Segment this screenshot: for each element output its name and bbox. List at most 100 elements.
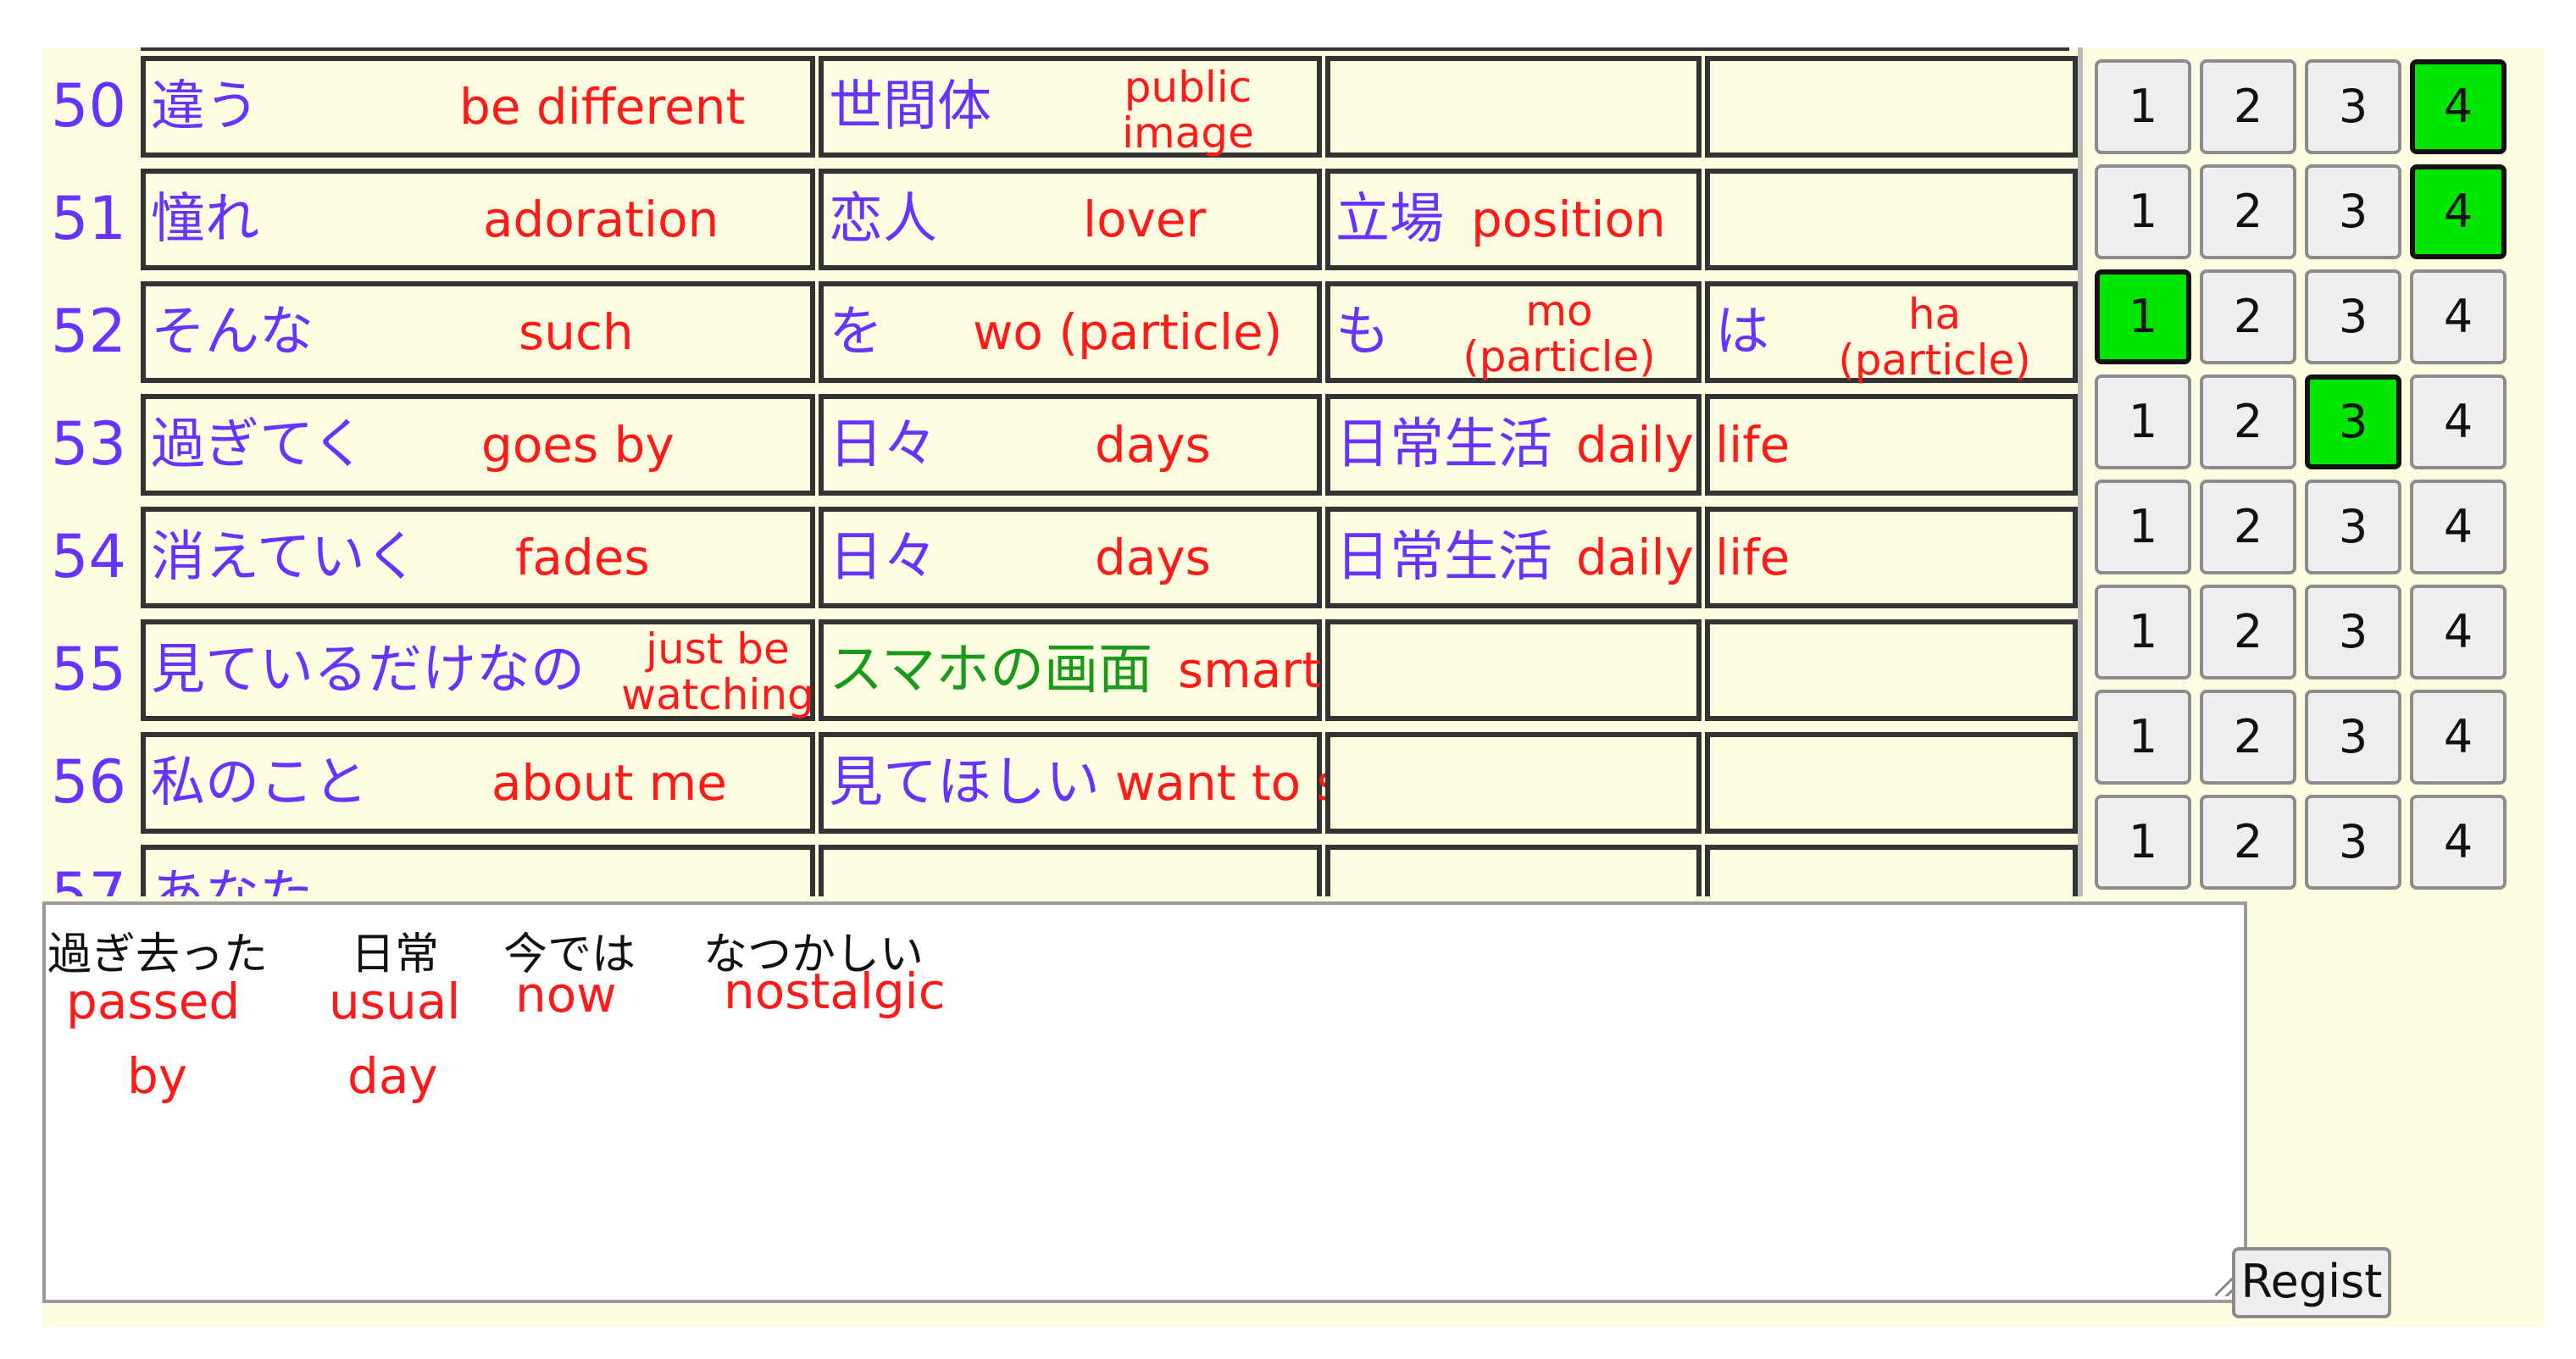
vocab-cell-3[interactable] xyxy=(1325,56,1702,158)
vocab-cell-2[interactable]: スマホの画面smartphone screen xyxy=(819,619,1654,721)
rating-button-2[interactable]: 2 xyxy=(2200,690,2296,785)
rating-button-3[interactable]: 3 xyxy=(2305,795,2401,890)
japanese-word: 私のこと xyxy=(151,752,368,814)
vocab-cell-1[interactable]: 憧れ adoration xyxy=(141,169,815,270)
japanese-word: 見ているだけなの xyxy=(151,639,585,702)
rating-button-4[interactable]: 4 xyxy=(2410,164,2507,259)
english-meaning: ha (particle) xyxy=(1795,291,2074,383)
english-line: mo xyxy=(1525,286,1593,336)
rating-button-3[interactable]: 3 xyxy=(2305,690,2401,785)
english-meaning: lover xyxy=(1083,191,1207,248)
rating-button-4[interactable]: 4 xyxy=(2410,269,2507,364)
vocab-cell-3[interactable]: 日常生活 daily xyxy=(1325,394,1702,496)
rating-button-1[interactable]: 1 xyxy=(2095,585,2191,680)
english-line: watching xyxy=(621,670,814,719)
rating-button-3[interactable]: 3 xyxy=(2305,164,2401,259)
rating-button-2[interactable]: 2 xyxy=(2200,164,2296,259)
rating-button-4[interactable]: 4 xyxy=(2410,795,2507,890)
vocab-cell-1[interactable]: 消えていく fades xyxy=(141,507,815,608)
vocab-cell-1[interactable]: 見ているだけなの just be watching xyxy=(141,619,815,721)
japanese-word: スマホの画面 xyxy=(829,639,1153,702)
rating-button-4[interactable]: 4 xyxy=(2410,374,2507,469)
rating-button-3[interactable]: 3 xyxy=(2305,269,2401,364)
japanese-word: も xyxy=(1335,301,1390,363)
japanese-word: 消えていく xyxy=(151,526,419,589)
regist-button[interactable]: Regist xyxy=(2232,1247,2391,1318)
vocab-cell-3[interactable]: 日常生活 daily xyxy=(1325,507,1702,608)
rating-button-2[interactable]: 2 xyxy=(2200,480,2296,574)
japanese-word: 世間体 xyxy=(829,75,991,138)
english-meaning: position xyxy=(1471,191,1666,248)
english-meaning: wo (particle) xyxy=(973,303,1283,361)
memo-en-word: by xyxy=(127,1047,188,1105)
vocab-cell-4[interactable]: life xyxy=(1705,394,2078,496)
japanese-word: 日常生活 xyxy=(1335,526,1552,589)
vocab-cell-4[interactable] xyxy=(1705,169,2078,270)
vocab-cell-1[interactable]: あなた xyxy=(141,845,815,896)
japanese-word: 見てほしい xyxy=(829,752,1100,814)
vocabulary-table[interactable]: 50 違う be different 世間体 public image 51 憧れ adorat… xyxy=(42,47,2078,896)
rating-button-3[interactable]: 3 xyxy=(2305,585,2401,680)
rating-button-3[interactable]: 3 xyxy=(2305,59,2401,154)
vocab-cell-3[interactable]: 立場 position xyxy=(1325,169,1702,270)
memo-textarea[interactable]: 過ぎ去った 日常 今では なつかしい passed by usual day n… xyxy=(42,901,2247,1303)
vocab-cell-2[interactable]: 見てほしい want to see xyxy=(819,732,1402,834)
rating-button-2[interactable]: 2 xyxy=(2200,269,2296,364)
vocab-cell-3[interactable]: も mo (particle) xyxy=(1325,281,1702,383)
rating-button-2[interactable]: 2 xyxy=(2200,374,2296,469)
english-meaning: fades xyxy=(515,529,650,586)
vocab-cell-3[interactable] xyxy=(1325,732,1702,834)
vocab-cell-1[interactable]: そんな such xyxy=(141,281,815,383)
english-meaning: about me xyxy=(491,754,727,812)
memo-en-word: nostalgic xyxy=(724,962,946,1020)
vocab-cell-4[interactable]: は ha (particle) xyxy=(1705,281,2078,383)
vocab-cell-2[interactable] xyxy=(819,845,1322,896)
vocab-cell-1[interactable]: 私のこと about me xyxy=(141,732,815,834)
vocab-cell-3[interactable] xyxy=(1325,619,1702,721)
english-line: image xyxy=(1122,108,1254,158)
vocab-cell-4[interactable] xyxy=(1705,732,2078,834)
app-window: 50 違う be different 世間体 public image 51 憧れ adorat… xyxy=(42,47,2544,1327)
english-meaning: daily xyxy=(1576,529,1694,586)
english-meaning: mo (particle) xyxy=(1432,288,1686,380)
memo-en-word: now xyxy=(515,966,617,1023)
rating-button-1[interactable]: 1 xyxy=(2095,59,2191,154)
japanese-word: を xyxy=(829,301,883,363)
rating-panel: 12341234123412341234123412341234 xyxy=(2078,47,2544,896)
rating-button-4[interactable]: 4 xyxy=(2410,480,2507,574)
vocab-cell-4[interactable] xyxy=(1705,619,2078,721)
japanese-word: 日々 xyxy=(829,526,937,589)
japanese-word: 日々 xyxy=(829,413,937,476)
vocab-cell-2[interactable]: 日々 days xyxy=(819,394,1322,496)
vocab-cell-4[interactable] xyxy=(1705,845,2078,896)
rating-button-2[interactable]: 2 xyxy=(2200,795,2296,890)
english-meaning: public image xyxy=(1069,64,1307,156)
rating-button-1[interactable]: 1 xyxy=(2095,269,2191,364)
rating-button-1[interactable]: 1 xyxy=(2095,164,2191,259)
japanese-word: 過ぎてく xyxy=(151,413,367,476)
rating-button-4[interactable]: 4 xyxy=(2410,585,2507,680)
vocab-cell-4[interactable]: life xyxy=(1705,507,2078,608)
vocab-cell-2[interactable]: 恋人 lover xyxy=(819,169,1322,270)
vocab-cell-2[interactable]: 日々 days xyxy=(819,507,1322,608)
rating-button-2[interactable]: 2 xyxy=(2200,59,2296,154)
rating-button-4[interactable]: 4 xyxy=(2410,690,2507,785)
rating-button-3[interactable]: 3 xyxy=(2305,480,2401,574)
rating-button-2[interactable]: 2 xyxy=(2200,585,2296,680)
rating-button-1[interactable]: 1 xyxy=(2095,690,2191,785)
japanese-word: あなた xyxy=(151,864,314,896)
vocab-cell-2[interactable]: を wo (particle) xyxy=(819,281,1322,383)
rating-button-1[interactable]: 1 xyxy=(2095,795,2191,890)
vocab-cell-1[interactable]: 過ぎてく goes by xyxy=(141,394,815,496)
memo-en-word: usual xyxy=(329,973,461,1030)
vocab-cell-4[interactable] xyxy=(1705,56,2078,158)
rating-button-1[interactable]: 1 xyxy=(2095,480,2191,574)
memo-en-word: day xyxy=(347,1047,438,1105)
rating-button-1[interactable]: 1 xyxy=(2095,374,2191,469)
vocab-cell-2[interactable]: 世間体 public image xyxy=(819,56,1322,158)
english-meaning: days xyxy=(1095,416,1211,474)
rating-button-4[interactable]: 4 xyxy=(2410,59,2507,154)
vocab-cell-3[interactable] xyxy=(1325,845,1702,896)
rating-button-3[interactable]: 3 xyxy=(2305,374,2401,469)
vocab-cell-1[interactable]: 違う be different xyxy=(141,56,815,158)
